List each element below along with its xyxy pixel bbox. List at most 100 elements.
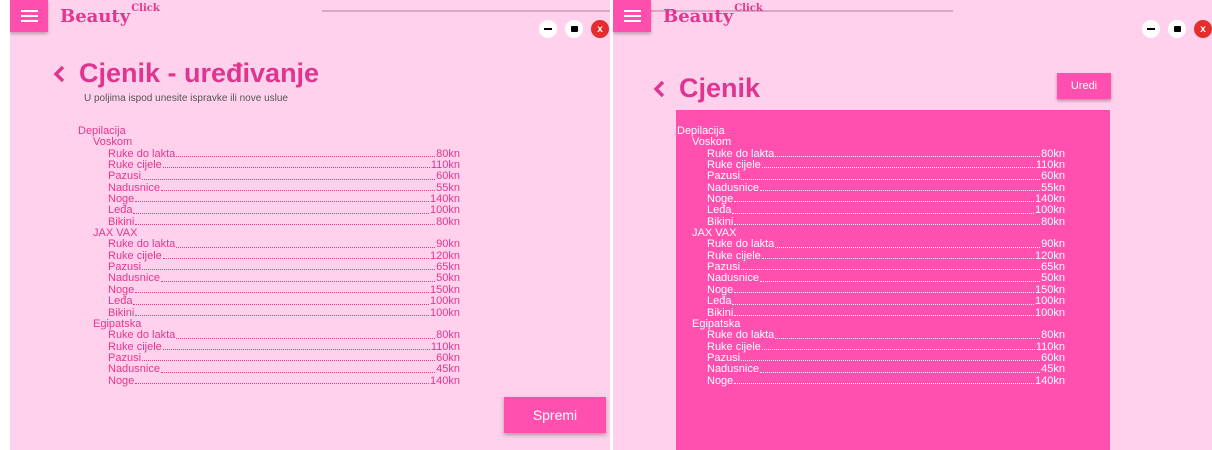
service-price: 100kn — [1035, 306, 1065, 319]
service-price: 45kn — [1041, 363, 1065, 376]
dotted-leader — [135, 194, 430, 203]
back-chevron-icon[interactable] — [53, 65, 65, 83]
back-chevron-icon[interactable] — [653, 80, 665, 98]
category-heading: Depilacija — [677, 125, 725, 137]
dotted-leader — [759, 273, 1041, 282]
dotted-leader — [734, 376, 1035, 384]
dotted-leader — [761, 342, 1035, 350]
service-price[interactable]: 80kn — [436, 329, 460, 341]
logo-text: Beauty — [663, 6, 734, 27]
logo-sup: Click — [131, 3, 160, 14]
group-heading: Voskom — [93, 136, 133, 149]
page-title-text: Cjenik - uređivanje — [79, 58, 320, 88]
service-name[interactable]: Leđa — [108, 295, 132, 307]
price-row[interactable]: Leđa 100kn — [78, 205, 460, 217]
price-row: Nadusnice 50kn — [677, 273, 1065, 285]
service-price: 80kn — [1041, 329, 1065, 342]
dotted-leader — [775, 149, 1041, 158]
page-title: Cjenik — [653, 73, 760, 104]
service-name[interactable]: Noge — [108, 375, 134, 387]
save-button[interactable]: Spremi — [504, 397, 606, 433]
dotted-leader — [734, 285, 1035, 294]
service-name: Noge — [707, 374, 734, 387]
price-row[interactable]: Noge 140kn — [78, 375, 460, 387]
maximize-icon[interactable] — [1168, 20, 1186, 38]
page-title-text: Cjenik — [679, 73, 761, 103]
dotted-leader — [741, 262, 1041, 271]
close-icon[interactable]: x — [591, 20, 609, 38]
dotted-leader — [133, 205, 430, 214]
price-row: Leđa 100kn — [677, 295, 1065, 308]
price-row: Nadusnice 45kn — [677, 363, 1065, 376]
price-row[interactable]: Noge 140kn — [78, 193, 460, 205]
dotted-leader — [734, 308, 1035, 316]
menu-icon-bar — [20, 15, 38, 17]
price-row: Leđa 100kn — [677, 205, 1065, 217]
page-subtitle: U poljima ispod unesite ispravke ili nov… — [84, 93, 288, 104]
service-name: Leđa — [707, 295, 732, 308]
price-row[interactable]: Nadusnice 45kn — [78, 363, 460, 375]
app-logo: BeautyClick — [60, 3, 160, 27]
window-controls: x — [539, 20, 609, 38]
price-row[interactable]: Nadusnice 50kn — [78, 273, 460, 285]
service-price[interactable]: 100kn — [430, 307, 460, 319]
menu-icon — [623, 10, 641, 12]
dotted-leader — [142, 171, 436, 180]
dotted-leader — [142, 262, 436, 271]
service-price: 140kn — [1035, 374, 1065, 387]
service-price[interactable]: 45kn — [436, 363, 460, 375]
dotted-leader — [162, 342, 430, 350]
service-price[interactable]: 140kn — [430, 375, 460, 387]
price-row: Noge 150kn — [677, 284, 1065, 296]
category-heading: Depilacija — [78, 125, 126, 137]
price-row[interactable]: Nadusnice 55kn — [78, 182, 460, 194]
dotted-leader — [160, 183, 436, 192]
price-row[interactable]: Ruke do lakta 80kn — [78, 329, 460, 341]
edit-price-list-screen: BeautyClick x Cjenik - uređivanje U polj… — [10, 0, 610, 450]
dotted-leader — [162, 251, 430, 260]
dotted-leader — [759, 183, 1041, 192]
dotted-leader — [775, 330, 1041, 339]
dotted-leader — [135, 217, 436, 226]
dotted-leader — [162, 160, 430, 169]
editable-price-list[interactable]: Depilacija Voskom Ruke do lakta 80kn Ruke ci… — [78, 125, 460, 387]
service-name[interactable]: Ruke do lakta — [108, 329, 175, 341]
dotted-leader — [142, 353, 436, 362]
page-title: Cjenik - uređivanje — [53, 58, 319, 89]
dotted-leader — [133, 296, 430, 305]
dotted-leader — [741, 171, 1041, 180]
dotted-leader — [732, 205, 1035, 214]
service-price: 80kn — [1041, 215, 1065, 228]
menu-icon-bar — [20, 20, 38, 22]
price-row: Noge 140kn — [677, 193, 1065, 205]
price-row: Nadusnice 55kn — [677, 182, 1065, 194]
service-price[interactable]: 80kn — [436, 216, 460, 228]
price-list: Depilacija Voskom Ruke do lakta 80kn Ruke ci… — [677, 125, 1065, 387]
dotted-leader — [732, 296, 1035, 305]
dotted-leader — [135, 376, 430, 384]
price-row[interactable]: Noge 150kn — [78, 284, 460, 296]
dotted-leader — [176, 239, 436, 248]
dotted-leader — [160, 273, 436, 282]
price-row[interactable]: Leđa 100kn — [78, 295, 460, 307]
dotted-leader — [761, 251, 1035, 260]
dotted-leader — [135, 308, 430, 316]
close-icon[interactable]: x — [1194, 20, 1212, 38]
top-divider-line — [322, 10, 610, 12]
dotted-leader — [734, 217, 1041, 226]
service-name[interactable]: Nadusnice — [108, 363, 160, 375]
logo-text: Beauty — [60, 6, 131, 27]
service-price: 100kn — [1035, 295, 1065, 308]
minimize-icon[interactable] — [1142, 20, 1160, 38]
menu-icon-bar — [623, 15, 641, 17]
dotted-leader — [741, 353, 1041, 362]
maximize-icon[interactable] — [565, 20, 583, 38]
edit-button[interactable]: Uredi — [1057, 73, 1111, 99]
dotted-leader — [160, 364, 436, 373]
price-list-screen: BeautyClick x Cjenik Uredi Depilacija Vos… — [613, 0, 1212, 450]
service-price[interactable]: 100kn — [430, 295, 460, 307]
hamburger-menu-button[interactable] — [10, 0, 48, 32]
dotted-leader — [176, 149, 436, 158]
minimize-icon[interactable] — [539, 20, 557, 38]
hamburger-menu-button[interactable] — [613, 0, 651, 32]
